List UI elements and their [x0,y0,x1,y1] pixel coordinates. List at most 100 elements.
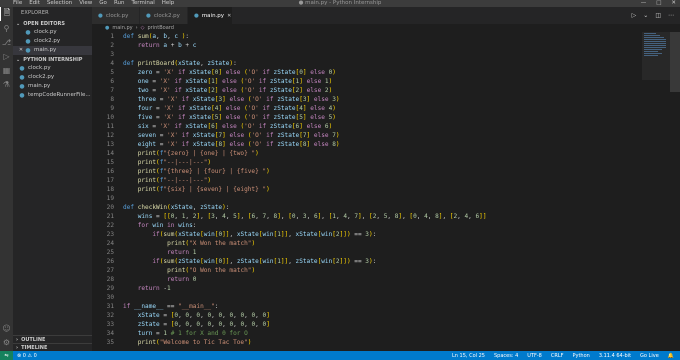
close-icon[interactable]: ✕ [18,46,24,55]
eol-status[interactable]: CRLF [551,353,564,359]
code-line[interactable]: 13 eight = 'X' if xState[8] else ('O' if… [92,140,632,149]
menu-edit[interactable]: Edit [29,0,40,7]
code-line[interactable]: 14 print(f"{zero} | {one} | {two} ") [92,149,632,158]
menu-terminal[interactable]: Terminal [131,0,154,7]
code-line[interactable]: 34 turn = 1 # 1 for X and 0 for O [92,329,632,338]
chevron-down-icon: ⌄ [16,57,21,63]
extensions-icon[interactable]: ▦ [0,63,13,77]
python-file-icon: ● [25,38,31,45]
gear-icon[interactable]: ⚙ [0,335,13,349]
code-line[interactable]: 32 xState = [0, 0, 0, 0, 0, 0, 0, 0, 0] [92,311,632,320]
indentation-status[interactable]: Spaces: 4 [494,353,518,359]
menu-go[interactable]: Go [99,0,107,7]
menu-selection[interactable]: Selection [47,0,72,7]
code-line[interactable]: 26 if(sum(zState[win[0]], zState[win[1]]… [92,257,632,266]
code-line[interactable]: 23 if(sum(xState[win[0]], xState[win[1]]… [92,230,632,239]
code-line[interactable]: 27 print("O Won the match") [92,266,632,275]
close-icon[interactable]: ✕ [227,13,231,19]
code-line[interactable]: 2 return a + b + c [92,41,632,50]
chevron-down-icon[interactable]: ⌄ [643,12,648,19]
tab-clock2[interactable]: ● clock2.py [140,7,188,24]
flask-icon[interactable]: ⚗ [0,77,13,91]
code-line[interactable]: 16 print(f"{three} | {four} | {five} ") [92,167,632,176]
notifications-icon[interactable]: 🔔 [668,353,674,359]
run-icon[interactable]: ▷ [632,12,637,19]
code-line[interactable]: 25 return 1 [92,248,632,257]
code-line[interactable]: 4 def printBoard(xState, zState): [92,59,632,68]
close-window-icon[interactable]: ✕ [671,0,676,7]
encoding-status[interactable]: UTF-8 [527,353,542,359]
line-text: five = 'X' if xState[5] else ('O' if zSt… [137,114,336,121]
open-editor-item-active[interactable]: ✕ ● main.py [13,46,92,55]
cursor-position[interactable]: Ln 15, Col 25 [452,353,485,359]
breadcrumb-symbol[interactable]: printBoard [147,25,173,31]
open-editor-item[interactable]: ● clock.py [13,28,92,37]
code-line[interactable]: 15 print(f"--|---|---") [92,158,632,167]
status-bar: ⇋ ⊗ 0 ⚠ 0 Ln 15, Col 25 Spaces: 4 UTF-8 … [0,351,680,360]
code-line[interactable]: 29 return -1 [92,284,632,293]
code-line[interactable]: 21 wins = [[0, 1, 2], [3, 4, 5], [6, 7, … [92,212,632,221]
code-line[interactable]: 35 print("Welcome to Tic Tac Toe") [92,338,632,347]
project-file[interactable]: ● clock2.py [13,73,92,82]
code-line[interactable]: 17 print(f"--|---|---") [92,176,632,185]
menu-run[interactable]: Run [114,0,125,7]
scroll-thumb[interactable] [670,32,680,92]
run-debug-icon[interactable]: ▷ [0,49,13,63]
code-line[interactable]: 5 zero = 'X' if xState[0] else ('O' if z… [92,68,632,77]
interpreter-status[interactable]: 3.11.4 64-bit [599,353,631,359]
project-header[interactable]: ⌄ PYTHON INTERNSHIP [13,56,92,64]
minimap[interactable] [642,32,670,80]
tab-clock[interactable]: ● clock.py [92,7,140,24]
problems-status[interactable]: ⊗ 0 ⚠ 0 [17,353,37,359]
source-control-icon[interactable]: ⎇ [0,35,13,49]
code-line[interactable]: 33 zState = [0, 0, 0, 0, 0, 0, 0, 0, 0] [92,320,632,329]
timeline-header[interactable]: › TIMELINE [13,343,92,351]
code-line[interactable]: 24 print("X Won the match") [92,239,632,248]
menu-help[interactable]: Help [162,0,175,7]
minimize-icon[interactable]: — [641,0,647,7]
line-number: 4 [110,60,114,67]
menu-view[interactable]: View [79,0,92,7]
editor-scrollbar[interactable] [670,32,680,351]
open-editor-item[interactable]: ● clock2.py [13,37,92,46]
code-line[interactable]: 19 [92,194,632,203]
language-status[interactable]: Python [573,353,590,359]
line-text: print("Welcome to Tic Tac Toe") [137,339,252,346]
code-line[interactable]: 30 [92,293,632,302]
window-controls: — □ ✕ [641,0,676,7]
code-line[interactable]: 11 six = 'X' if xState[6] else ('O' if z… [92,122,632,131]
code-line[interactable]: 18 print(f"{six} | {seven} | {eight} ") [92,185,632,194]
code-line[interactable]: 1 def sum(a, b, c ): [92,32,632,41]
code-line[interactable]: 28 return 0 [92,275,632,284]
tab-main[interactable]: ● main.py ✕ [188,7,233,24]
more-icon[interactable]: ⋯ [668,12,674,19]
files-icon[interactable]: 🗎 [0,7,13,21]
code-line[interactable]: 6 one = 'X' if xState[1] else ('O' if zS… [92,77,632,86]
search-icon[interactable]: ⚲ [0,21,13,35]
maximize-icon[interactable]: □ [656,0,661,7]
code-editor[interactable]: 1 def sum(a, b, c ): 2 return a + b + c34d… [92,32,680,351]
open-editors-header[interactable]: ⌄ OPEN EDITORS [13,20,92,28]
project-file[interactable]: ● clock.py [13,64,92,73]
project-file[interactable]: ● main.py [13,82,92,91]
code-line[interactable]: 12 seven = 'X' if xState[7] else ('O' if… [92,131,632,140]
code-line[interactable]: 20 def checkWin(xState, zState): [92,203,632,212]
code-line[interactable]: 9 four = 'X' if xState[4] else ('O' if z… [92,104,632,113]
python-file-icon: ● [19,92,25,99]
breadcrumb-file[interactable]: main.py [112,25,132,31]
code-line[interactable]: 31 if __name__ == "__main__": [92,302,632,311]
code-line[interactable]: 8 three = 'X' if xState[3] else ('O' if … [92,95,632,104]
outline-header[interactable]: › OUTLINE [13,335,92,343]
line-text: one = 'X' if xState[1] else ('O' if zSta… [137,78,333,85]
split-editor-icon[interactable]: ◫ [655,12,661,19]
code-line[interactable]: 7 two = 'X' if xState[2] else ('O' if zS… [92,86,632,95]
account-icon[interactable]: ☺ [0,321,13,335]
code-line[interactable]: 22 for win in wins: [92,221,632,230]
code-line[interactable]: 3 [92,50,632,59]
remote-icon[interactable]: ⇋ [0,351,13,360]
menu-file[interactable]: File [13,0,22,7]
code-line[interactable]: 10 five = 'X' if xState[5] else ('O' if … [92,113,632,122]
line-number: 12 [106,132,114,139]
go-live-button[interactable]: Go Live [640,353,659,359]
project-file[interactable]: ● tempCodeRunnerFile... [13,91,92,100]
